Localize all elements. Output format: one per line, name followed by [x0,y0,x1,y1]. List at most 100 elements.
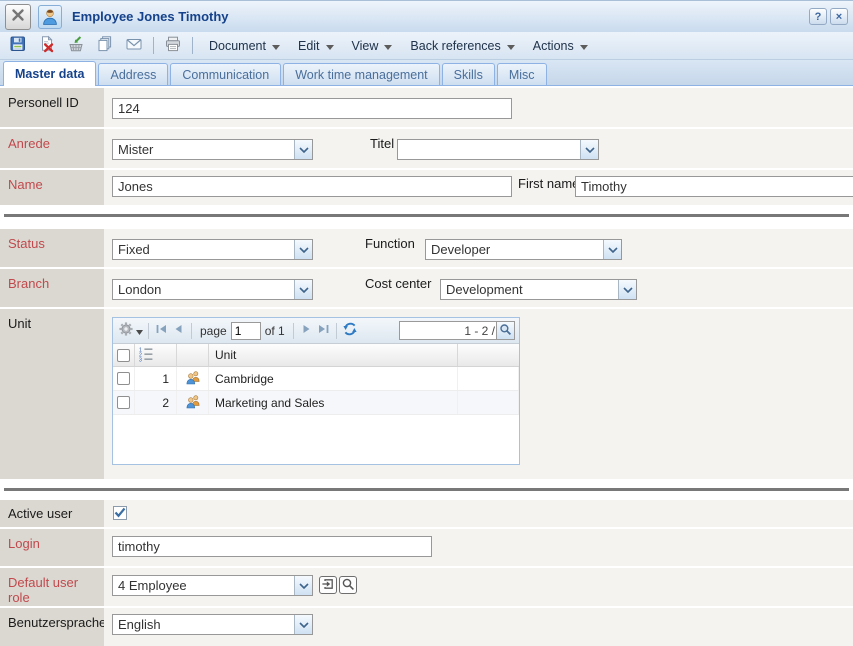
branch-select[interactable]: London [112,279,313,300]
chevron-down-icon [294,615,312,634]
import-button[interactable] [64,35,88,57]
first-name-input[interactable] [575,176,853,197]
row-number-header[interactable]: 1 2 3 [135,344,177,366]
menu-actions[interactable]: Actions [524,35,597,57]
goto-reference-button[interactable] [319,576,337,594]
icon-column-header[interactable] [177,344,209,366]
select-all-cell [113,344,135,366]
svg-text:3: 3 [139,357,142,361]
close-x-icon [10,7,26,26]
settings-gear-icon [118,321,134,340]
login-input[interactable] [112,536,432,557]
unit-grid: page of 1 [112,317,520,465]
titel-label: Titel [370,136,394,151]
active-user-checkbox[interactable] [113,506,127,520]
close-window-button[interactable] [5,4,31,30]
mail-icon [125,35,143,56]
active-user-label: Active user [0,500,104,527]
chevron-down-icon [603,240,621,259]
master-data-form: Personell ID Anrede Mister Titel Name Fi… [0,86,853,646]
close-button[interactable]: × [830,8,848,25]
row-name: Name First name [0,170,853,205]
menu-back-references[interactable]: Back references [401,35,523,57]
row-checkbox[interactable] [117,372,130,385]
table-row[interactable]: 2 Marketing and Sales [113,391,519,415]
menu-view[interactable]: View [343,35,402,57]
tab-master-data[interactable]: Master data [3,61,96,86]
tab-work-time-management[interactable]: Work time management [283,63,439,85]
help-button[interactable]: ? [809,8,827,25]
check-icon [114,506,126,521]
row-number-cell: 1 [135,367,177,390]
row-unit: Unit [0,309,853,479]
grid-toolbar-separator [148,323,149,339]
anrede-select[interactable]: Mister [112,139,313,160]
unit-grid-toolbar: page of 1 [113,318,519,344]
mail-button[interactable] [122,35,146,57]
menu-label: Edit [298,39,320,53]
search-button[interactable] [496,322,514,339]
row-number-cell: 2 [135,391,177,414]
delete-button[interactable] [35,35,59,57]
group-icon [185,393,201,412]
grid-search-field[interactable]: 1 - 2 / [399,321,515,340]
section-divider [0,205,853,229]
tab-misc[interactable]: Misc [497,63,547,85]
page-number-input[interactable] [231,322,261,340]
tab-address[interactable]: Address [98,63,168,85]
function-select[interactable]: Developer [425,239,622,260]
next-page-button[interactable] [298,321,315,340]
row-range-label: 1 - 2 / [400,324,496,338]
row-checkbox[interactable] [117,396,130,409]
login-label: Login [0,529,104,566]
name-label: Name [0,170,104,205]
branch-label: Branch [0,269,104,307]
chevron-down-icon [326,39,334,53]
grid-toolbar-separator [191,323,192,339]
status-select[interactable]: Fixed [112,239,313,260]
toolbar-separator [153,37,154,54]
last-page-icon [316,322,331,339]
menu-edit[interactable]: Edit [289,35,343,57]
cost-center-select[interactable]: Development [440,279,637,300]
toolbar-separator [192,37,193,54]
copy-button[interactable] [93,35,117,57]
prev-page-button[interactable] [170,321,187,340]
tab-skills[interactable]: Skills [442,63,495,85]
group-icon [185,369,201,388]
chevron-down-icon [618,280,636,299]
personell-id-label: Personell ID [0,88,104,127]
select-all-checkbox[interactable] [117,349,130,362]
first-page-icon [154,322,169,339]
section-divider [0,479,853,500]
page-count-label: of 1 [265,324,285,338]
chevron-down-icon [272,39,280,53]
menu-document[interactable]: Document [200,35,289,57]
print-button[interactable] [161,35,185,57]
personell-id-input[interactable] [112,98,512,119]
tab-communication[interactable]: Communication [170,63,281,85]
print-icon [164,35,182,56]
chevron-down-icon [136,323,143,338]
save-button[interactable] [6,35,30,57]
grid-toolbar-separator [336,323,337,339]
employee-person-icon [38,5,62,29]
table-row[interactable]: 1 Cambridge [113,367,519,391]
benutzersprache-select[interactable]: English [112,614,313,635]
grid-settings-button[interactable] [117,320,144,341]
default-user-role-select[interactable]: 4 Employee [112,575,313,596]
titel-value [398,140,580,159]
goto-arrow-icon [321,577,335,594]
search-role-button[interactable] [339,576,357,594]
last-page-button[interactable] [315,321,332,340]
row-active-user: Active user [0,500,853,527]
anrede-value: Mister [113,140,294,159]
refresh-button[interactable] [341,320,359,341]
row-status: Status Fixed Function Developer [0,229,853,267]
titel-select[interactable] [397,139,599,160]
unit-column-header[interactable]: Unit [209,344,458,366]
first-page-button[interactable] [153,321,170,340]
main-toolbar: Document Edit View Back references Actio… [0,32,853,60]
name-input[interactable] [112,176,512,197]
anrede-label: Anrede [0,129,104,168]
